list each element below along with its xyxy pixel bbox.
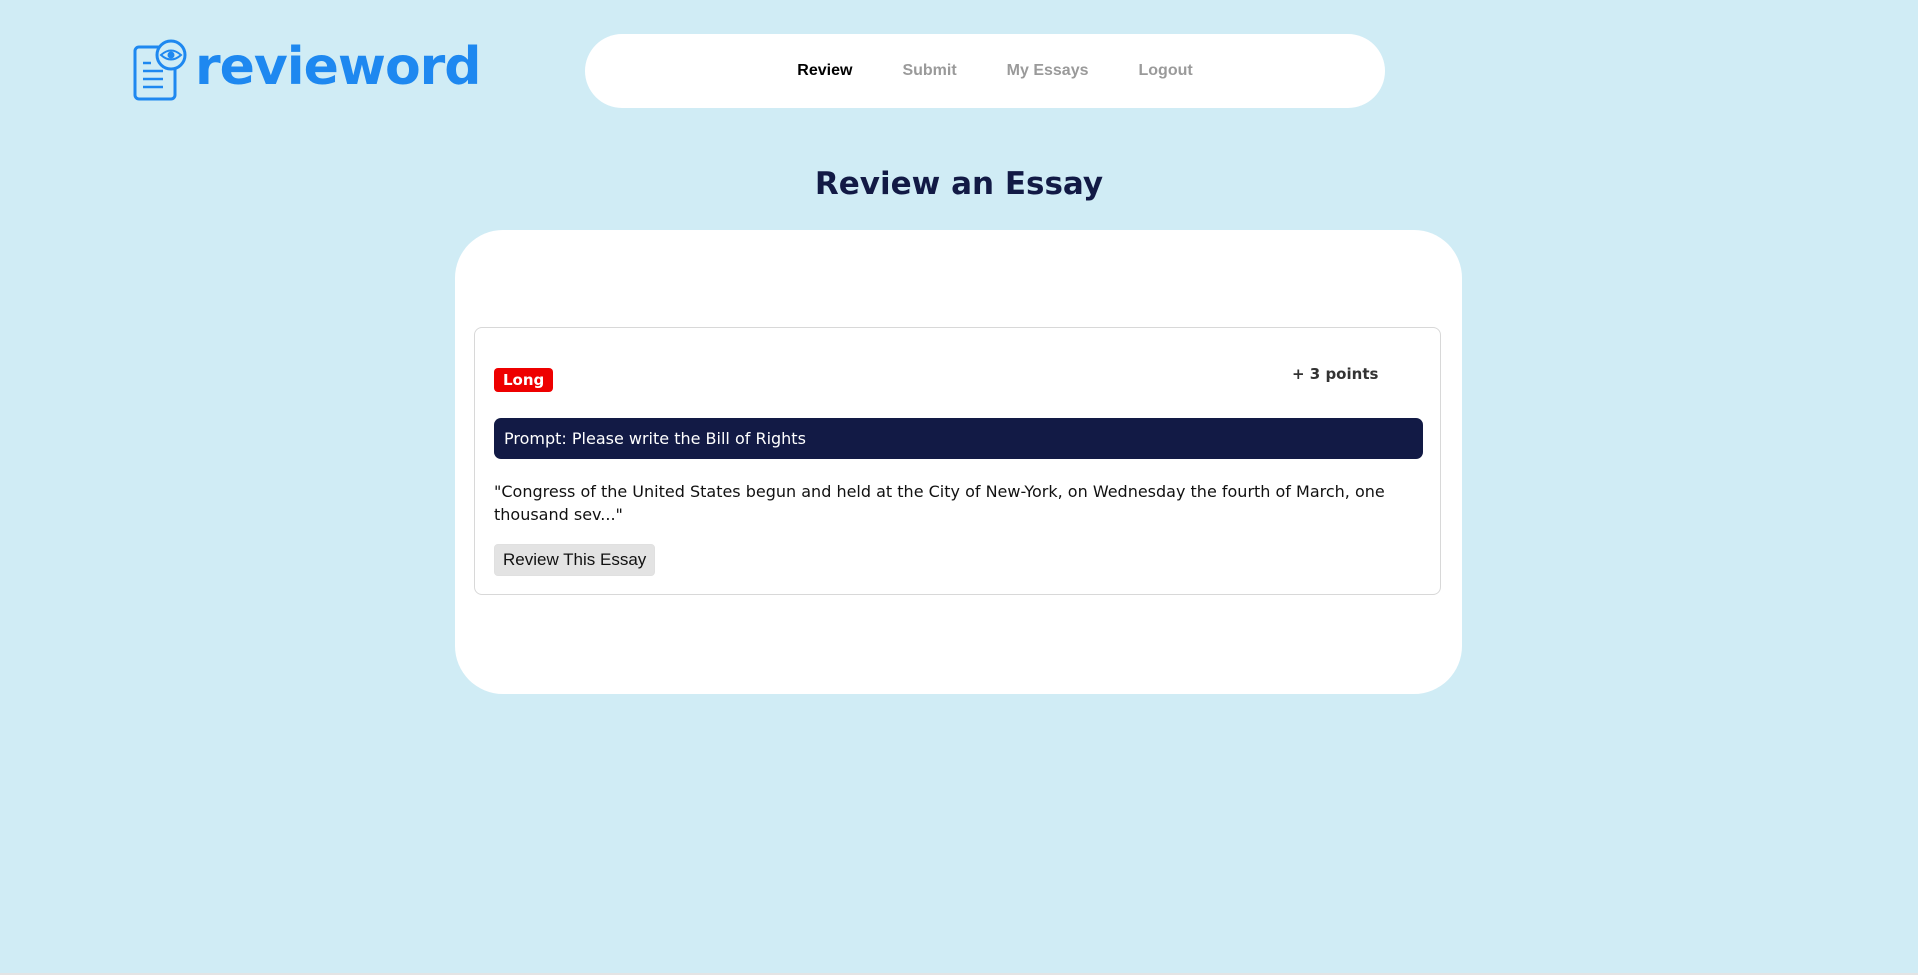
document-eye-icon (133, 39, 187, 101)
brand-name: revieword (195, 37, 482, 97)
nav-review[interactable]: Review (797, 62, 852, 80)
nav-logout[interactable]: Logout (1139, 62, 1193, 80)
main-nav: Review Submit My Essays Logout (585, 34, 1385, 108)
review-panel: Long + 3 points Prompt: Please write the… (455, 230, 1462, 694)
essay-card: Long + 3 points Prompt: Please write the… (474, 327, 1441, 595)
brand-logo[interactable]: revieword (133, 37, 482, 102)
points-label: + 3 points (1292, 365, 1379, 383)
nav-my-essays[interactable]: My Essays (1007, 62, 1089, 80)
page-title: Review an Essay (814, 166, 1104, 202)
review-essay-button[interactable]: Review This Essay (494, 544, 656, 576)
essay-excerpt: "Congress of the United States begun and… (494, 482, 1385, 524)
nav-submit[interactable]: Submit (902, 62, 956, 80)
essay-prompt: Prompt: Please write the Bill of Rights (494, 418, 1423, 459)
length-badge: Long (494, 368, 554, 392)
